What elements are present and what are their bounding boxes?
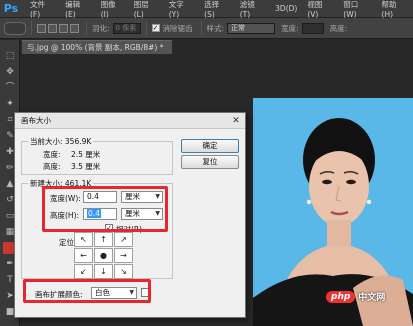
- anchor-bottom[interactable]: ↓: [94, 264, 113, 279]
- anti-alias-label: 消除锯齿: [162, 23, 193, 33]
- anchor-center[interactable]: ●: [94, 248, 113, 263]
- anchor-grid: ↖ ↑ ↗ ← ● → ↙ ↓ ↘: [74, 232, 134, 280]
- feather-label: 羽化:: [92, 23, 110, 33]
- lasso-tool-icon[interactable]: ⌒: [3, 82, 17, 94]
- anchor-top-left[interactable]: ↖: [74, 232, 93, 247]
- marquee-tool-icon[interactable]: ⬚: [3, 50, 17, 62]
- menu-layer[interactable]: 图层(L): [129, 0, 164, 19]
- separator: [86, 21, 87, 35]
- anchor-bottom-left[interactable]: ↙: [74, 264, 93, 279]
- anchor-top-right[interactable]: ↗: [114, 232, 133, 247]
- photoshop-logo: Ps: [3, 1, 19, 15]
- separator: [31, 21, 32, 35]
- anchor-top[interactable]: ↑: [94, 232, 113, 247]
- feather-input[interactable]: 0 像素: [112, 22, 141, 34]
- current-height-label: 高度:: [43, 162, 61, 171]
- document-tab[interactable]: 与.jpg @ 100% (背景 副本, RGB/8#) *: [22, 40, 172, 54]
- annotation-highlight-extension: [23, 279, 151, 303]
- menu-file[interactable]: 文件(F): [25, 0, 60, 19]
- style-select[interactable]: 正常: [227, 22, 276, 34]
- watermark-text: 中文网: [358, 293, 386, 303]
- anchor-left[interactable]: ←: [74, 248, 93, 263]
- ok-button[interactable]: 确定: [181, 139, 239, 153]
- current-width-value: 2.5 厘米: [71, 150, 101, 159]
- style-label: 样式:: [206, 23, 225, 33]
- current-height-value: 3.5 厘米: [71, 162, 101, 171]
- new-selection-icon[interactable]: [37, 23, 46, 33]
- menu-help[interactable]: 帮助(H): [377, 0, 413, 19]
- menu-filter[interactable]: 滤镜(T): [235, 0, 270, 19]
- separator: [145, 21, 147, 35]
- menu-select[interactable]: 选择(S): [199, 0, 235, 19]
- add-selection-icon[interactable]: [48, 23, 57, 33]
- annotation-highlight-size: [42, 186, 168, 232]
- reset-button[interactable]: 复位: [181, 155, 239, 169]
- separator: [200, 21, 202, 35]
- close-icon[interactable]: ✕: [231, 116, 241, 126]
- anti-alias-checkbox[interactable]: ✓: [151, 24, 160, 32]
- magic-wand-tool-icon[interactable]: ✦: [3, 98, 17, 110]
- current-width-label: 宽度:: [43, 150, 61, 159]
- anchor-right[interactable]: →: [114, 248, 133, 263]
- options-bar: 羽化: 0 像素 ✓ 消除锯齿 样式: 正常 宽度: 高度:: [0, 18, 413, 39]
- current-size-title: 当前大小: 356.9K: [28, 136, 94, 147]
- menu-view[interactable]: 视图(V): [302, 0, 338, 19]
- menu-image[interactable]: 图像(I): [96, 0, 129, 19]
- move-tool-icon[interactable]: ✥: [3, 66, 17, 78]
- menu-3d[interactable]: 3D(D): [270, 4, 302, 13]
- intersect-selection-icon[interactable]: [70, 23, 79, 33]
- width-label: 宽度:: [281, 23, 299, 33]
- menu-window[interactable]: 窗口(W): [338, 0, 376, 19]
- watermark-php-logo: php: [326, 290, 356, 303]
- width-input[interactable]: [301, 22, 324, 34]
- dialog-title: 画布大小: [15, 113, 245, 129]
- watermark: php 中文网: [326, 290, 385, 303]
- anchor-bottom-right[interactable]: ↘: [114, 264, 133, 279]
- menu-type[interactable]: 文字(Y): [164, 0, 199, 19]
- menu-edit[interactable]: 编辑(E): [60, 0, 96, 19]
- menu-bar: Ps 文件(F) 编辑(E) 图像(I) 图层(L) 文字(Y) 选择(S) 滤…: [0, 0, 413, 19]
- subtract-selection-icon[interactable]: [59, 23, 68, 33]
- height-label: 高度:: [329, 23, 348, 33]
- tool-preset-picker[interactable]: [4, 21, 26, 35]
